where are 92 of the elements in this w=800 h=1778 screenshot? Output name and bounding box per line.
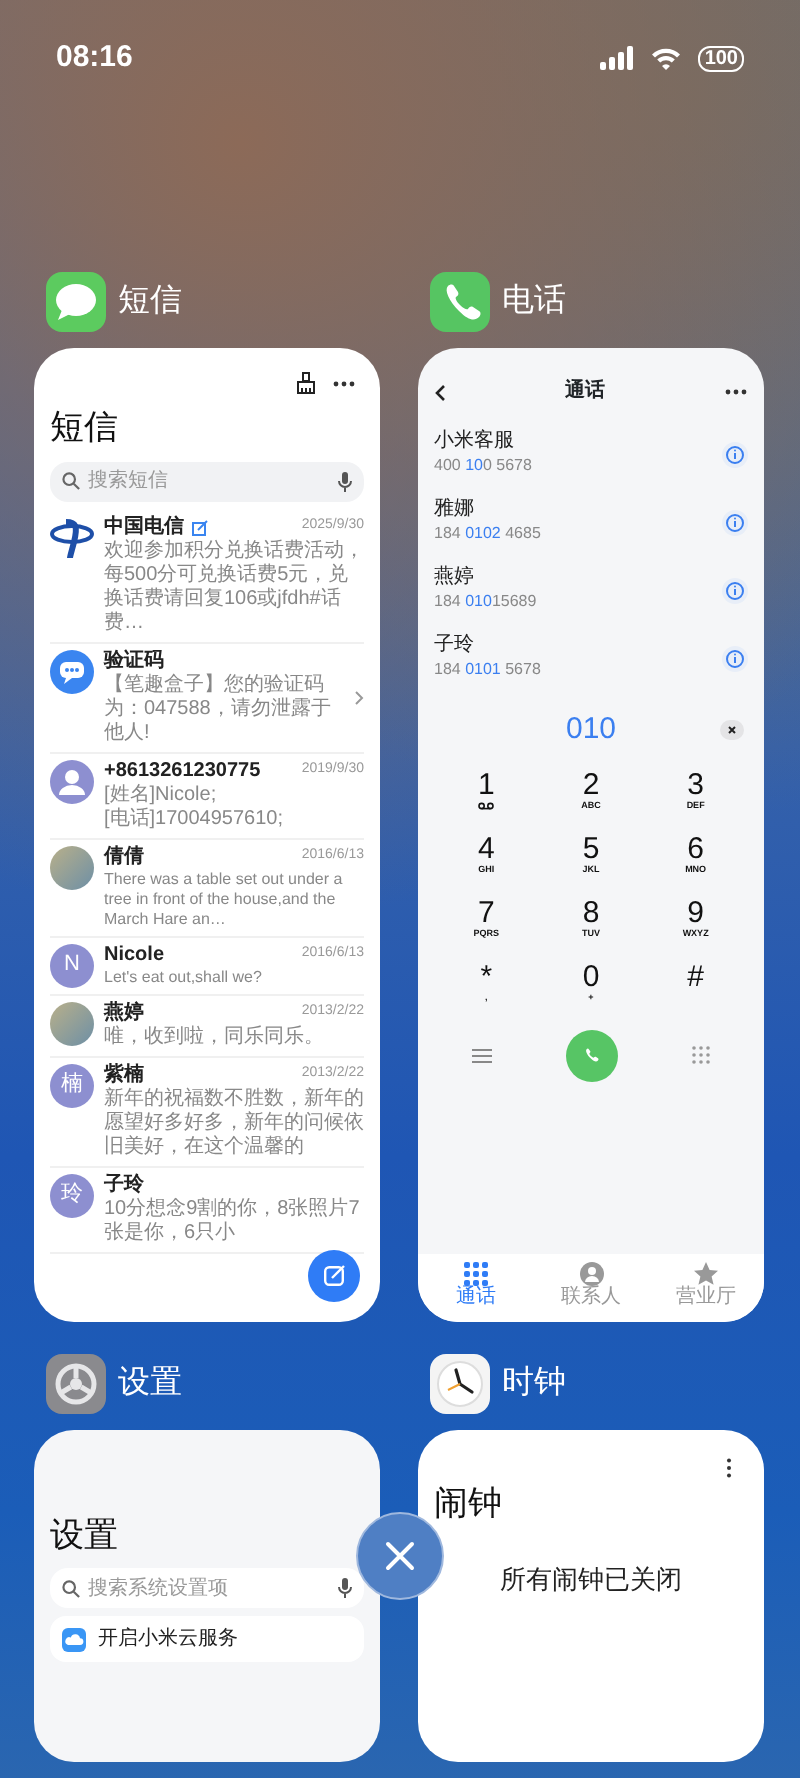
phone-number: 400 100 5678: [434, 454, 534, 478]
message-preview: There was a table set out under a tree in front of the house,and the March Hare an…: [104, 869, 345, 929]
contact-name: 小米客服: [434, 430, 516, 454]
phone-number: 184 01015689: [434, 590, 539, 614]
search-icon: [62, 1579, 80, 1597]
avatar-initial: 玲: [50, 1173, 94, 1217]
more-vertical-icon[interactable]: [726, 1457, 732, 1477]
cloud-icon: [62, 1627, 86, 1651]
app-preview-card[interactable]: 闹钟 所有闹钟已关闭: [418, 1429, 764, 1761]
message-preview: 唯，收到啦，同乐同乐。: [104, 1025, 326, 1049]
info-icon[interactable]: [722, 441, 748, 467]
dialed-number: 010: [565, 710, 617, 750]
chevron-left-icon[interactable]: [434, 383, 446, 401]
message-preview: 新年的祝福数不胜数，新年的愿望好多好多，新年的问候依旧美好，在这个温馨的: [104, 1087, 364, 1159]
gear-icon[interactable]: [46, 1353, 106, 1413]
tab[interactable]: 通话: [418, 1261, 534, 1309]
chat-bubble-icon[interactable]: [46, 272, 106, 332]
edit-square-icon: [192, 519, 208, 535]
dialpad-icon: [463, 1261, 488, 1285]
microphone-icon[interactable]: [338, 1578, 352, 1598]
info-icon[interactable]: [722, 509, 748, 535]
search-field[interactable]: 搜索系统设置项: [50, 1568, 364, 1608]
contact-name: 子玲: [434, 634, 476, 658]
screen-title: 通话: [563, 380, 607, 404]
app-name: 短信: [118, 282, 182, 322]
message-preview: Let's eat out,shall we?: [104, 967, 264, 987]
contact-name: 紫楠: [104, 1063, 144, 1087]
person-avatar-icon: [50, 759, 94, 803]
contact-name: Nicole: [104, 943, 165, 967]
globe-logo-icon: [50, 515, 94, 559]
conversation-item[interactable]: 验证码 【笔趣盒子】您的验证码为：047588，请勿泄露于他人!: [50, 643, 364, 753]
contact-item[interactable]: 子玲 184 0101 5678: [434, 624, 748, 692]
screen-title: 闹钟: [434, 1481, 504, 1525]
app-preview-card[interactable]: 设置 搜索系统设置项 开启小米云服务: [34, 1429, 380, 1761]
contact-name: 雅娜: [434, 498, 476, 522]
search-input[interactable]: 搜索系统设置项: [88, 1573, 330, 1603]
person-icon: [579, 1261, 603, 1285]
wifi-icon: [650, 46, 683, 70]
empty-state-text: 所有闹钟已关闭: [498, 1562, 684, 1598]
dial-key[interactable]: 1: [434, 769, 539, 821]
photo-placeholder: [50, 845, 94, 889]
brush-icon[interactable]: [296, 372, 316, 394]
message-preview: 【笔趣盒子】您的验证码为：047588，请勿泄露于他人!: [104, 673, 333, 745]
info-icon[interactable]: [722, 645, 748, 671]
status-time: 08:16: [56, 37, 133, 78]
compose-button[interactable]: [308, 1249, 360, 1301]
contact-name: 倩倩: [104, 845, 144, 869]
phone-handset-icon[interactable]: [430, 272, 490, 332]
screen-title: 短信: [50, 406, 120, 450]
chevron-right-icon: [354, 689, 364, 705]
info-icon[interactable]: [722, 577, 748, 603]
contact-name: 燕婷: [434, 566, 476, 590]
message-preview: 10分想念9割的你，8张照片7张是你，6只小: [104, 1197, 362, 1245]
phone-number: 184 0102 4685: [434, 522, 543, 546]
phone-handset-icon: [580, 1044, 603, 1066]
star-icon: [694, 1261, 719, 1285]
message-preview: [姓名]Nicole; [电话]17004957610;: [104, 783, 286, 831]
contact-name: 燕婷: [104, 1001, 144, 1025]
close-icon: [384, 1540, 416, 1572]
message-preview: 欢迎参加积分兑换话费活动，每500分可兑换话费5元，兑换话费请回复106或jfdh#话费…: [104, 539, 364, 635]
voicemail-icon: [478, 801, 495, 809]
contact-name: +8613261230775: [104, 759, 261, 783]
photo-placeholder: [50, 1001, 94, 1045]
app-name: 电话: [502, 281, 566, 322]
clock-icon[interactable]: [430, 1353, 490, 1413]
phone-number: 184 0101 5678: [434, 658, 543, 682]
contact-item[interactable]: 雅娜 184 0102 4685: [434, 488, 748, 556]
avatar-initial: 楠: [50, 1063, 94, 1107]
battery-indicator: 100: [698, 45, 744, 71]
search-icon: [62, 472, 80, 490]
signal-icon: [600, 46, 635, 70]
microphone-icon[interactable]: [338, 471, 352, 491]
app-preview-card[interactable]: [34, 348, 380, 1321]
contact-item[interactable]: 燕婷 184 01015689: [434, 556, 748, 624]
conversation-item[interactable]: 玲 子玲 10分想念9割的你，8张照片7张是你，6只小: [50, 1167, 364, 1253]
dial-key[interactable]: #: [643, 961, 748, 1013]
contact-item[interactable]: 小米客服 400 100 5678: [434, 420, 748, 488]
app-name: 设置: [118, 1363, 182, 1403]
avatar-initial: N: [50, 943, 94, 987]
search-input[interactable]: 搜索短信: [88, 466, 330, 496]
contact-name: 中国电信: [104, 515, 184, 539]
screen-title: 设置: [50, 1513, 120, 1557]
chat-icon: [50, 649, 94, 693]
app-name: 时钟: [502, 1363, 566, 1403]
search-field[interactable]: 搜索短信: [50, 461, 364, 501]
delete-icon[interactable]: [720, 720, 744, 741]
edit-square-icon: [323, 1264, 345, 1286]
settings-item[interactable]: 开启小米云服务: [50, 1616, 364, 1662]
contact-name: 子玲: [104, 1173, 144, 1197]
contact-name: 验证码: [104, 649, 164, 673]
dialpad-icon[interactable]: [692, 1046, 711, 1064]
menu-icon[interactable]: [471, 1047, 492, 1063]
